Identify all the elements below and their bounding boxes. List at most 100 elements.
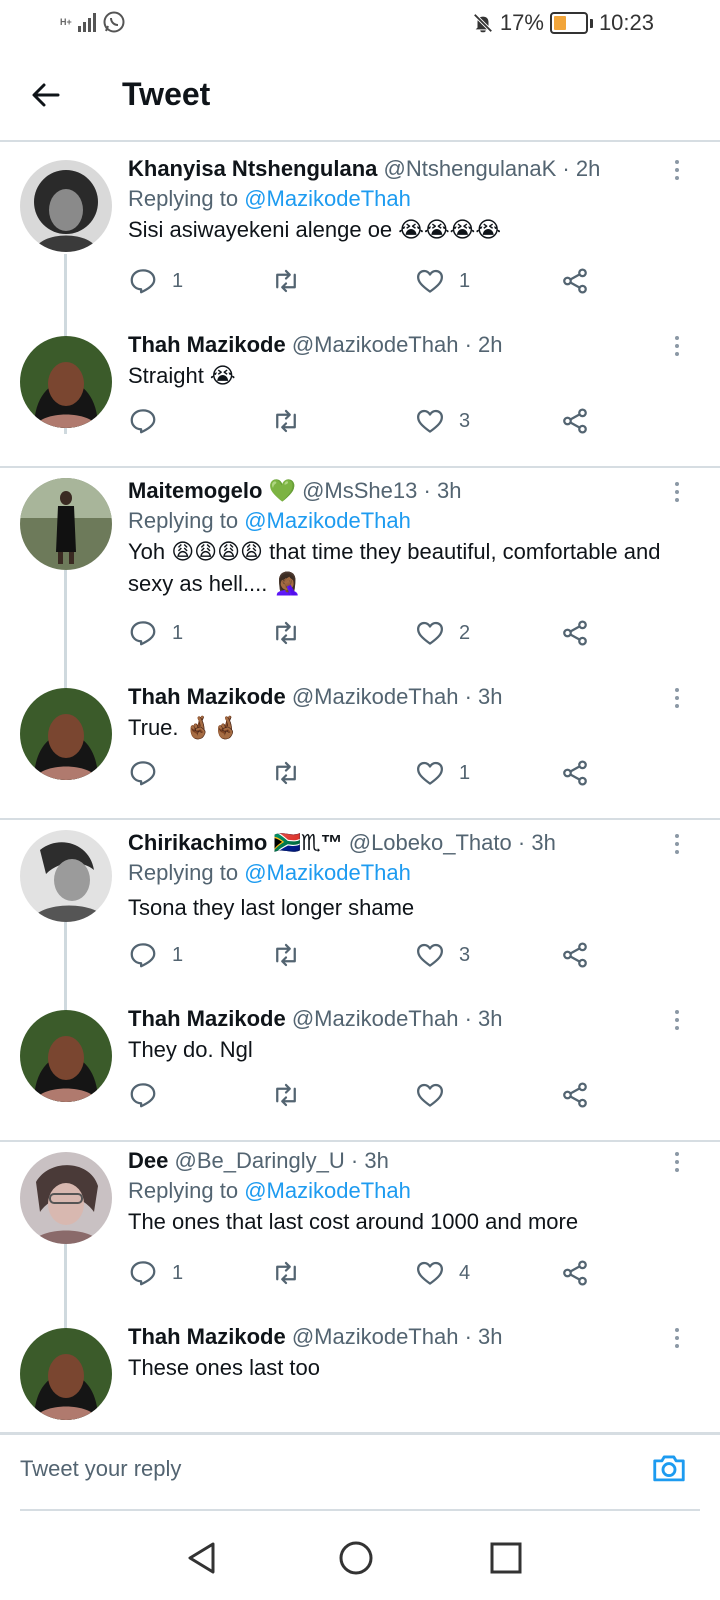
tweet-time: 3h	[436, 478, 462, 503]
tweet[interactable]: Maitemogelo 💚 @MsShe13 · 3h Replying to …	[128, 476, 690, 600]
back-triangle-icon[interactable]	[182, 1538, 222, 1578]
reply-count: 1	[172, 1261, 184, 1284]
tweet[interactable]: Khanyisa Ntshengulana @NtshengulanaK · 2…	[128, 154, 690, 246]
retweet-button[interactable]	[271, 1258, 315, 1288]
mention-link[interactable]: @MazikodeThah	[244, 186, 411, 211]
tweet-text: The ones that last cost around 1000 and …	[128, 1209, 579, 1234]
more-options-icon[interactable]	[674, 834, 680, 858]
like-button[interactable]: 1	[415, 758, 470, 788]
reply-button[interactable]: 1	[128, 266, 183, 296]
replying-to: Replying to @MazikodeThah	[128, 858, 690, 888]
retweet-button[interactable]	[271, 266, 315, 296]
replying-label: Replying to	[128, 860, 239, 885]
reply-input[interactable]	[20, 1449, 620, 1489]
more-options-icon[interactable]	[674, 482, 680, 506]
retweet-button[interactable]	[271, 940, 315, 970]
retweet-icon	[276, 943, 296, 967]
share-button[interactable]	[560, 618, 590, 648]
retweet-icon	[276, 761, 296, 785]
tweet[interactable]: Thah Mazikode @MazikodeThah · 3h True. 🤞…	[128, 682, 690, 744]
tweet-meta: Chirikachimo 🇿🇦♏™ @Lobeko_Thato · 3h	[128, 828, 690, 858]
more-options-icon[interactable]	[674, 1010, 680, 1034]
mention-link[interactable]: @MazikodeThah	[244, 860, 411, 885]
status-bar: H+ 17% 10:23	[0, 0, 720, 50]
author-handle[interactable]: @MazikodeThah	[292, 684, 459, 709]
more-options-icon[interactable]	[674, 1328, 680, 1352]
avatar[interactable]	[20, 160, 112, 252]
author-name[interactable]: Chirikachimo 🇿🇦♏™	[128, 830, 343, 855]
avatar[interactable]	[20, 478, 112, 570]
like-button[interactable]: 2	[415, 618, 470, 648]
share-button[interactable]	[560, 1080, 590, 1110]
share-button[interactable]	[560, 940, 590, 970]
tweet[interactable]: Dee @Be_Daringly_U · 3h Replying to @Maz…	[128, 1146, 690, 1238]
share-button[interactable]	[560, 266, 590, 296]
avatar[interactable]	[20, 1328, 112, 1420]
tweet[interactable]: Thah Mazikode @MazikodeThah · 3h These o…	[128, 1322, 690, 1384]
top-app-bar: Tweet	[0, 50, 720, 142]
share-button[interactable]	[560, 758, 590, 788]
author-name[interactable]: Thah Mazikode	[128, 332, 286, 357]
retweet-button[interactable]	[271, 406, 315, 436]
reply-button[interactable]: 1	[128, 1258, 183, 1288]
reply-button[interactable]	[128, 758, 172, 788]
author-handle[interactable]: @Be_Daringly_U	[174, 1148, 344, 1173]
reply-button[interactable]	[128, 406, 172, 436]
author-name[interactable]: Thah Mazikode	[128, 684, 286, 709]
recents-square-icon[interactable]	[486, 1538, 526, 1578]
avatar[interactable]	[20, 336, 112, 428]
retweet-button[interactable]	[271, 1080, 315, 1110]
more-options-icon[interactable]	[674, 160, 680, 184]
meta-separator: ·	[464, 1324, 472, 1349]
avatar[interactable]	[20, 1152, 112, 1244]
reply-button[interactable]: 1	[128, 940, 183, 970]
tweet[interactable]: Thah Mazikode @MazikodeThah · 3h They do…	[128, 1004, 690, 1066]
author-handle[interactable]: @MazikodeThah	[292, 1324, 459, 1349]
like-button[interactable]: 4	[415, 1258, 470, 1288]
like-button[interactable]: 1	[415, 266, 470, 296]
author-name[interactable]: Dee	[128, 1148, 168, 1173]
avatar[interactable]	[20, 1010, 112, 1102]
author-name[interactable]: Maitemogelo 💚	[128, 478, 296, 503]
share-button[interactable]	[560, 406, 590, 436]
like-count: 2	[459, 621, 471, 644]
retweet-button[interactable]	[271, 758, 315, 788]
author-handle[interactable]: @MazikodeThah	[292, 1006, 459, 1031]
like-button[interactable]: 3	[415, 940, 470, 970]
home-circle-icon[interactable]	[336, 1538, 376, 1578]
author-name[interactable]: Thah Mazikode	[128, 1006, 286, 1031]
like-button[interactable]: 3	[415, 406, 470, 436]
thread-line	[64, 570, 67, 690]
reply-button[interactable]: 1	[128, 618, 183, 648]
author-handle[interactable]: @MsShe13	[302, 478, 417, 503]
author-name[interactable]: Thah Mazikode	[128, 1324, 286, 1349]
author-name[interactable]: Khanyisa Ntshengulana	[128, 156, 377, 181]
tweet[interactable]: Chirikachimo 🇿🇦♏™ @Lobeko_Thato · 3h Rep…	[128, 828, 690, 924]
heart-icon	[417, 409, 443, 433]
thread-line	[64, 922, 67, 1012]
more-options-icon[interactable]	[674, 336, 680, 360]
camera-icon[interactable]	[650, 1449, 688, 1487]
avatar[interactable]	[20, 688, 112, 780]
tweet-text: Yoh 😩😩😩😩 that time they beautiful, comfo…	[128, 539, 661, 596]
reply-icon	[130, 761, 156, 786]
more-options-icon[interactable]	[674, 688, 680, 712]
share-button[interactable]	[560, 1258, 590, 1288]
reply-button[interactable]	[128, 1080, 172, 1110]
tweet-list[interactable]: Khanyisa Ntshengulana @NtshengulanaK · 2…	[0, 142, 720, 1432]
meta-separator: ·	[562, 156, 570, 181]
tweet-meta: Khanyisa Ntshengulana @NtshengulanaK · 2…	[128, 154, 690, 184]
more-options-icon[interactable]	[674, 1152, 680, 1176]
author-handle[interactable]: @MazikodeThah	[292, 332, 459, 357]
author-handle[interactable]: @NtshengulanaK	[384, 156, 557, 181]
author-handle[interactable]: @Lobeko_Thato	[349, 830, 512, 855]
like-button[interactable]	[415, 1080, 459, 1110]
mention-link[interactable]: @MazikodeThah	[244, 508, 411, 533]
replying-label: Replying to	[128, 186, 239, 211]
retweet-button[interactable]	[271, 618, 315, 648]
reply-icon	[130, 1083, 156, 1108]
arrow-left-icon[interactable]	[28, 77, 64, 113]
tweet[interactable]: Thah Mazikode @MazikodeThah · 2h Straigh…	[128, 330, 690, 392]
avatar[interactable]	[20, 830, 112, 922]
mention-link[interactable]: @MazikodeThah	[244, 1178, 411, 1203]
